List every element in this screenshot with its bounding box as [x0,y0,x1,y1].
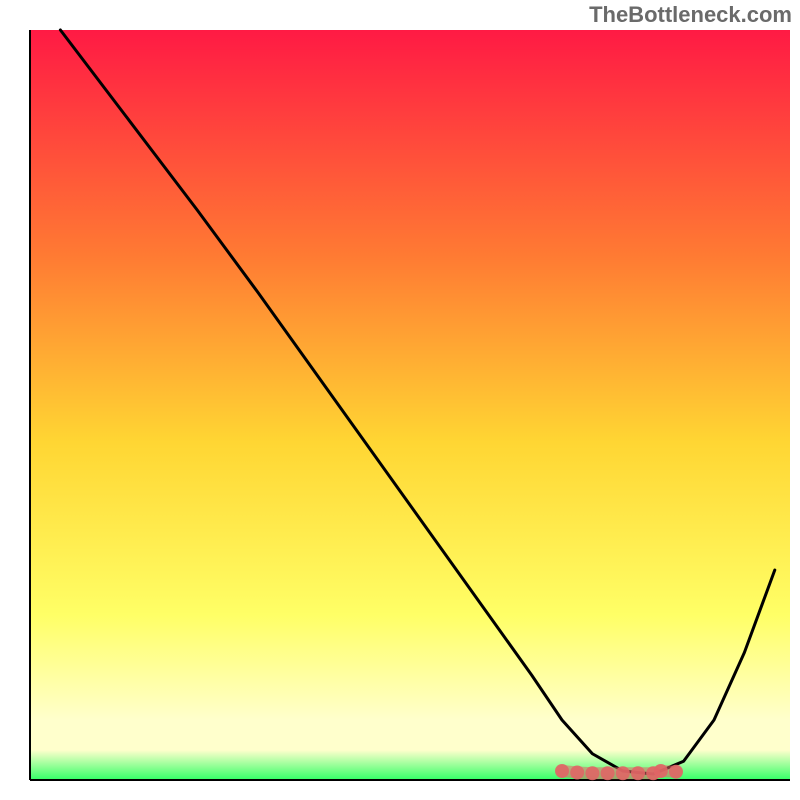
scatter-smear [562,771,676,773]
chart-container: TheBottleneck.com [0,0,800,800]
chart-svg [0,0,800,800]
watermark-text: TheBottleneck.com [589,2,792,28]
plot-background [30,30,790,780]
